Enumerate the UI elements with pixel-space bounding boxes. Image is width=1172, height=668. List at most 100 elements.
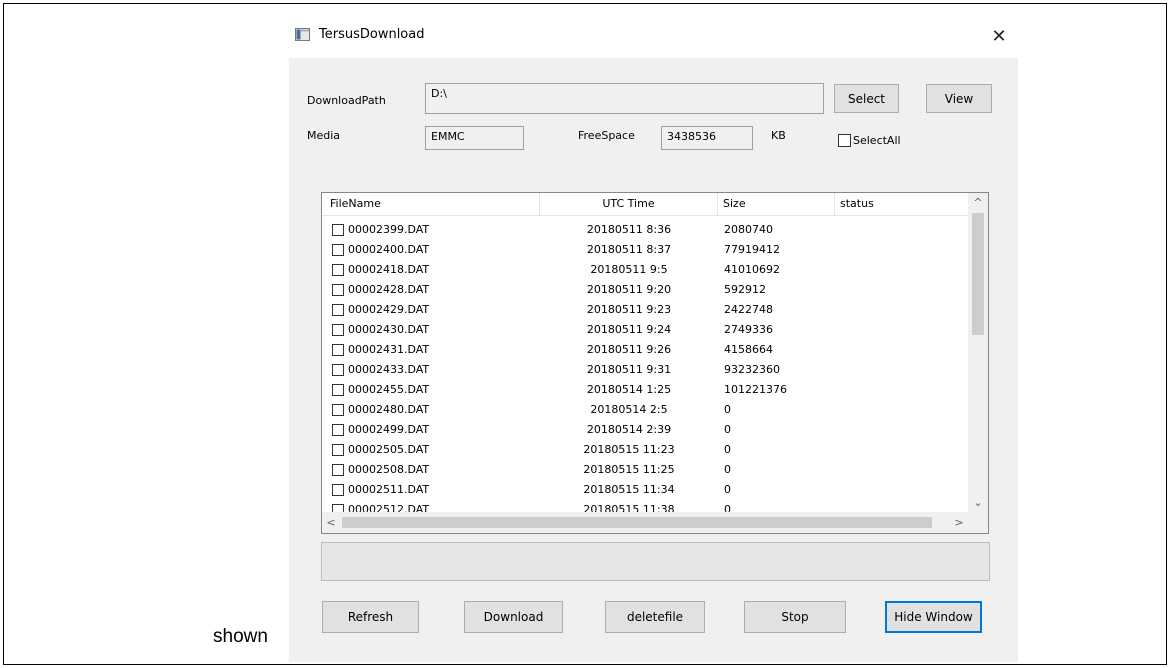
utc-time: 20180511 9:26	[586, 343, 672, 356]
row-checkbox[interactable]	[332, 224, 344, 236]
file-size: 2422748	[724, 303, 773, 316]
horizontal-scrollbar[interactable]: < >	[322, 512, 968, 533]
file-size: 77919412	[724, 243, 780, 256]
table-row[interactable]: 00002508.DAT 20180515 11:25 0	[322, 460, 968, 480]
file-name: 00002431.DAT	[348, 343, 430, 356]
row-checkbox[interactable]	[332, 284, 344, 296]
utc-time: 20180511 9:5	[590, 263, 668, 276]
utc-time: 20180515 11:23	[583, 443, 675, 456]
row-checkbox[interactable]	[332, 364, 344, 376]
select-all-checkbox[interactable]	[838, 134, 851, 147]
select-all-label[interactable]: SelectAll	[853, 134, 901, 147]
free-space-field: 3438536	[661, 126, 753, 150]
media-field: EMMC	[425, 126, 524, 150]
vertical-scrollbar[interactable]: ^ ⌄	[968, 193, 988, 512]
utc-time: 20180515 11:25	[583, 463, 675, 476]
column-header-status[interactable]: status	[835, 193, 968, 215]
scroll-up-icon[interactable]: ^	[968, 193, 988, 211]
app-window-icon	[295, 28, 310, 41]
kb-label: KB	[771, 129, 786, 142]
stop-button[interactable]: Stop	[744, 601, 846, 633]
deletefile-button[interactable]: deletefile	[605, 601, 705, 633]
row-checkbox[interactable]	[332, 384, 344, 396]
scroll-right-icon[interactable]: >	[950, 512, 968, 533]
utc-time: 20180515 11:34	[583, 483, 675, 496]
refresh-button[interactable]: Refresh	[322, 601, 419, 633]
file-name: 00002429.DAT	[348, 303, 430, 316]
download-path-field[interactable]: D:\	[425, 83, 824, 114]
table-row[interactable]: 00002418.DAT 20180511 9:5 41010692	[322, 260, 968, 280]
file-name: 00002400.DAT	[348, 243, 430, 256]
file-size: 2080740	[724, 223, 773, 236]
file-size: 101221376	[724, 383, 787, 396]
file-size: 41010692	[724, 263, 780, 276]
close-button[interactable]: ✕	[980, 20, 1018, 52]
list-header: FileName UTC Time Size status	[322, 193, 968, 216]
row-checkbox[interactable]	[332, 464, 344, 476]
download-path-label: DownloadPath	[307, 94, 386, 107]
view-button[interactable]: View	[926, 84, 992, 113]
utc-time: 20180511 9:20	[586, 283, 672, 296]
scrollbar-corner	[968, 512, 988, 533]
row-checkbox[interactable]	[332, 304, 344, 316]
file-size: 0	[724, 403, 731, 416]
table-row[interactable]: 00002455.DAT 20180514 1:25 101221376	[322, 380, 968, 400]
file-name: 00002455.DAT	[348, 383, 430, 396]
utc-time: 20180511 8:37	[586, 243, 672, 256]
utc-time: 20180511 9:24	[586, 323, 672, 336]
table-row[interactable]: 00002511.DAT 20180515 11:34 0	[322, 480, 968, 500]
file-name: 00002508.DAT	[348, 463, 430, 476]
file-size: 93232360	[724, 363, 780, 376]
row-checkbox[interactable]	[332, 264, 344, 276]
table-row[interactable]: 00002480.DAT 20180514 2:5 0	[322, 400, 968, 420]
table-row[interactable]: 00002430.DAT 20180511 9:24 2749336	[322, 320, 968, 340]
vertical-scroll-thumb[interactable]	[972, 213, 984, 335]
file-size: 0	[724, 423, 731, 436]
table-row[interactable]: 00002428.DAT 20180511 9:20 592912	[322, 280, 968, 300]
table-row[interactable]: 00002400.DAT 20180511 8:37 77919412	[322, 240, 968, 260]
file-name: 00002480.DAT	[348, 403, 430, 416]
utc-time: 20180514 2:5	[590, 403, 668, 416]
file-name: 00002433.DAT	[348, 363, 430, 376]
file-size: 0	[724, 483, 731, 496]
table-row[interactable]: 00002431.DAT 20180511 9:26 4158664	[322, 340, 968, 360]
scroll-down-icon[interactable]: ⌄	[968, 493, 988, 511]
caption-text: shown	[213, 626, 268, 647]
row-checkbox[interactable]	[332, 484, 344, 496]
file-size: 0	[724, 443, 731, 456]
file-size: 0	[724, 463, 731, 476]
file-list[interactable]: FileName UTC Time Size status 00002399.D…	[321, 192, 989, 534]
utc-time: 20180514 1:25	[586, 383, 672, 396]
file-name: 00002505.DAT	[348, 443, 430, 456]
utc-time: 20180511 9:31	[586, 363, 672, 376]
file-name: 00002418.DAT	[348, 263, 430, 276]
column-header-size[interactable]: Size	[718, 193, 835, 215]
table-row[interactable]: 00002433.DAT 20180511 9:31 93232360	[322, 360, 968, 380]
row-checkbox[interactable]	[332, 404, 344, 416]
file-size: 4158664	[724, 343, 773, 356]
horizontal-scroll-thumb[interactable]	[342, 517, 932, 528]
scroll-left-icon[interactable]: <	[322, 512, 340, 533]
utc-time: 20180511 9:23	[586, 303, 672, 316]
select-button[interactable]: Select	[834, 84, 899, 113]
utc-time: 20180514 2:39	[586, 423, 672, 436]
download-button[interactable]: Download	[464, 601, 563, 633]
table-row[interactable]: 00002499.DAT 20180514 2:39 0	[322, 420, 968, 440]
column-header-utc-time[interactable]: UTC Time	[540, 193, 718, 215]
row-checkbox[interactable]	[332, 444, 344, 456]
table-row[interactable]: 00002399.DAT 20180511 8:36 2080740	[322, 220, 968, 240]
table-row[interactable]: 00002505.DAT 20180515 11:23 0	[322, 440, 968, 460]
table-row[interactable]: 00002429.DAT 20180511 9:23 2422748	[322, 300, 968, 320]
hide-window-button[interactable]: Hide Window	[885, 601, 982, 633]
row-checkbox[interactable]	[332, 344, 344, 356]
row-checkbox[interactable]	[332, 424, 344, 436]
window-title: TersusDownload	[319, 27, 425, 42]
file-size: 2749336	[724, 323, 773, 336]
progress-bar	[321, 542, 990, 581]
utc-time: 20180511 8:36	[586, 223, 672, 236]
row-checkbox[interactable]	[332, 244, 344, 256]
column-header-filename[interactable]: FileName	[322, 193, 540, 215]
row-checkbox[interactable]	[332, 324, 344, 336]
file-name: 00002428.DAT	[348, 283, 430, 296]
file-name: 00002499.DAT	[348, 423, 430, 436]
